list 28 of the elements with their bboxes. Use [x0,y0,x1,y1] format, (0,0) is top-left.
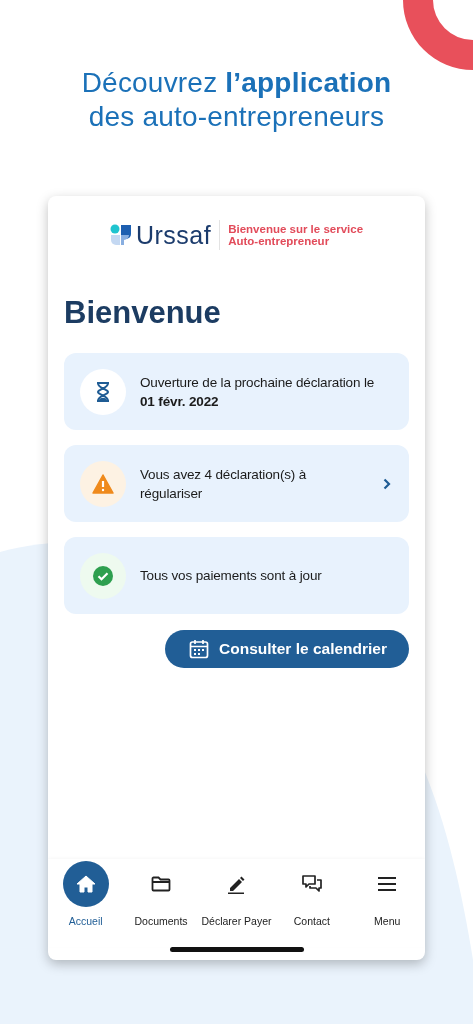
status-text: Ouverture de la prochaine déclaration le 01 févr. 2022 [140,373,376,411]
logo-icon [109,224,132,246]
page-title: Bienvenue [64,295,222,331]
nav-tab[interactable]: Contact [275,861,348,927]
status-text: Tous vos paiements sont à jour [140,567,323,585]
check-circle-icon [93,565,113,586]
nav-tab[interactable]: Déclarer Payer [200,861,273,927]
headline: des auto-entrepreneurs [88,100,385,134]
calendar-button[interactable]: Consulter le calendrier [165,630,409,668]
pen-icon [226,874,247,894]
hourglass-icon [95,381,111,402]
chevron-right-icon [383,477,391,490]
nav-tab[interactable]: Accueil [49,861,122,927]
ring-decoration [403,0,473,70]
tagline: Bienvenue sur le service [228,223,364,235]
home-icon [75,875,96,893]
status-text: Vous avez 4 déclaration(s) à régulariser [140,465,308,503]
calendar-icon [189,639,209,659]
logo-text: Urssaf [135,220,212,250]
nav-tab[interactable]: Documents [125,861,198,927]
warning-icon [92,473,114,494]
menu-icon [378,877,397,891]
folder-icon [151,876,172,892]
chat-bubbles-icon [300,874,323,894]
nav-tab[interactable]: Menu [351,861,424,927]
status-card[interactable]: Vous avez 4 déclaration(s) à régulariser [64,445,409,522]
tagline: Auto-entrepreneur [228,235,331,247]
headline: Découvrez l’application [81,66,392,100]
